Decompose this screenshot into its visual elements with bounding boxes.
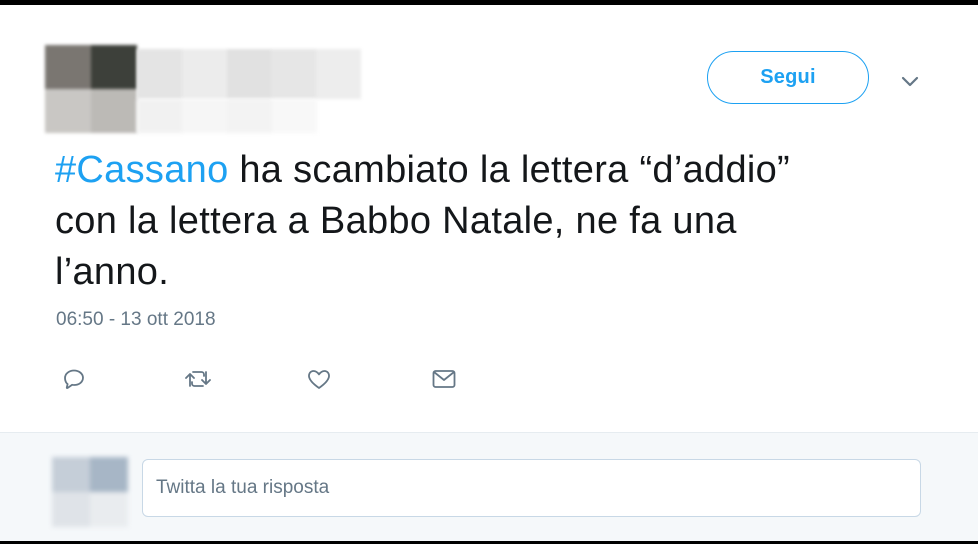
reply-bar: Twitta la tua risposta [0, 432, 978, 541]
like-icon[interactable] [302, 362, 336, 396]
tweet-line-2: con la lettera a Babbo Natale, ne fa una [55, 200, 737, 242]
reply-placeholder: Twitta la tua risposta [156, 477, 330, 498]
reply-icon[interactable] [57, 362, 91, 396]
current-user-avatar [52, 457, 128, 527]
tweet-timestamp[interactable]: 06:50 - 13 ott 2018 [56, 309, 216, 331]
author-avatar[interactable] [45, 45, 137, 133]
tweet-line-1-text: ha scambiato la lettera “d’addio” [228, 149, 791, 191]
retweet-icon[interactable] [181, 362, 215, 396]
hashtag-link[interactable]: #Cassano [55, 149, 229, 191]
author-name-redacted[interactable] [137, 49, 361, 99]
tweet-actions [0, 362, 978, 398]
tweet-card: Segui #Cassano ha scambiato la lettera “… [0, 5, 978, 541]
follow-button[interactable]: Segui [707, 51, 869, 104]
tweet-line-3: l’anno. [55, 251, 170, 293]
tweet-line-1: #Cassano ha scambiato la lettera “d’addi… [55, 145, 875, 196]
tweet-text: #Cassano ha scambiato la lettera “d’addi… [55, 145, 875, 298]
reply-input[interactable]: Twitta la tua risposta [142, 459, 921, 517]
chevron-down-icon[interactable] [899, 71, 921, 93]
direct-message-icon[interactable] [427, 362, 461, 396]
author-handle-redacted [137, 99, 317, 133]
